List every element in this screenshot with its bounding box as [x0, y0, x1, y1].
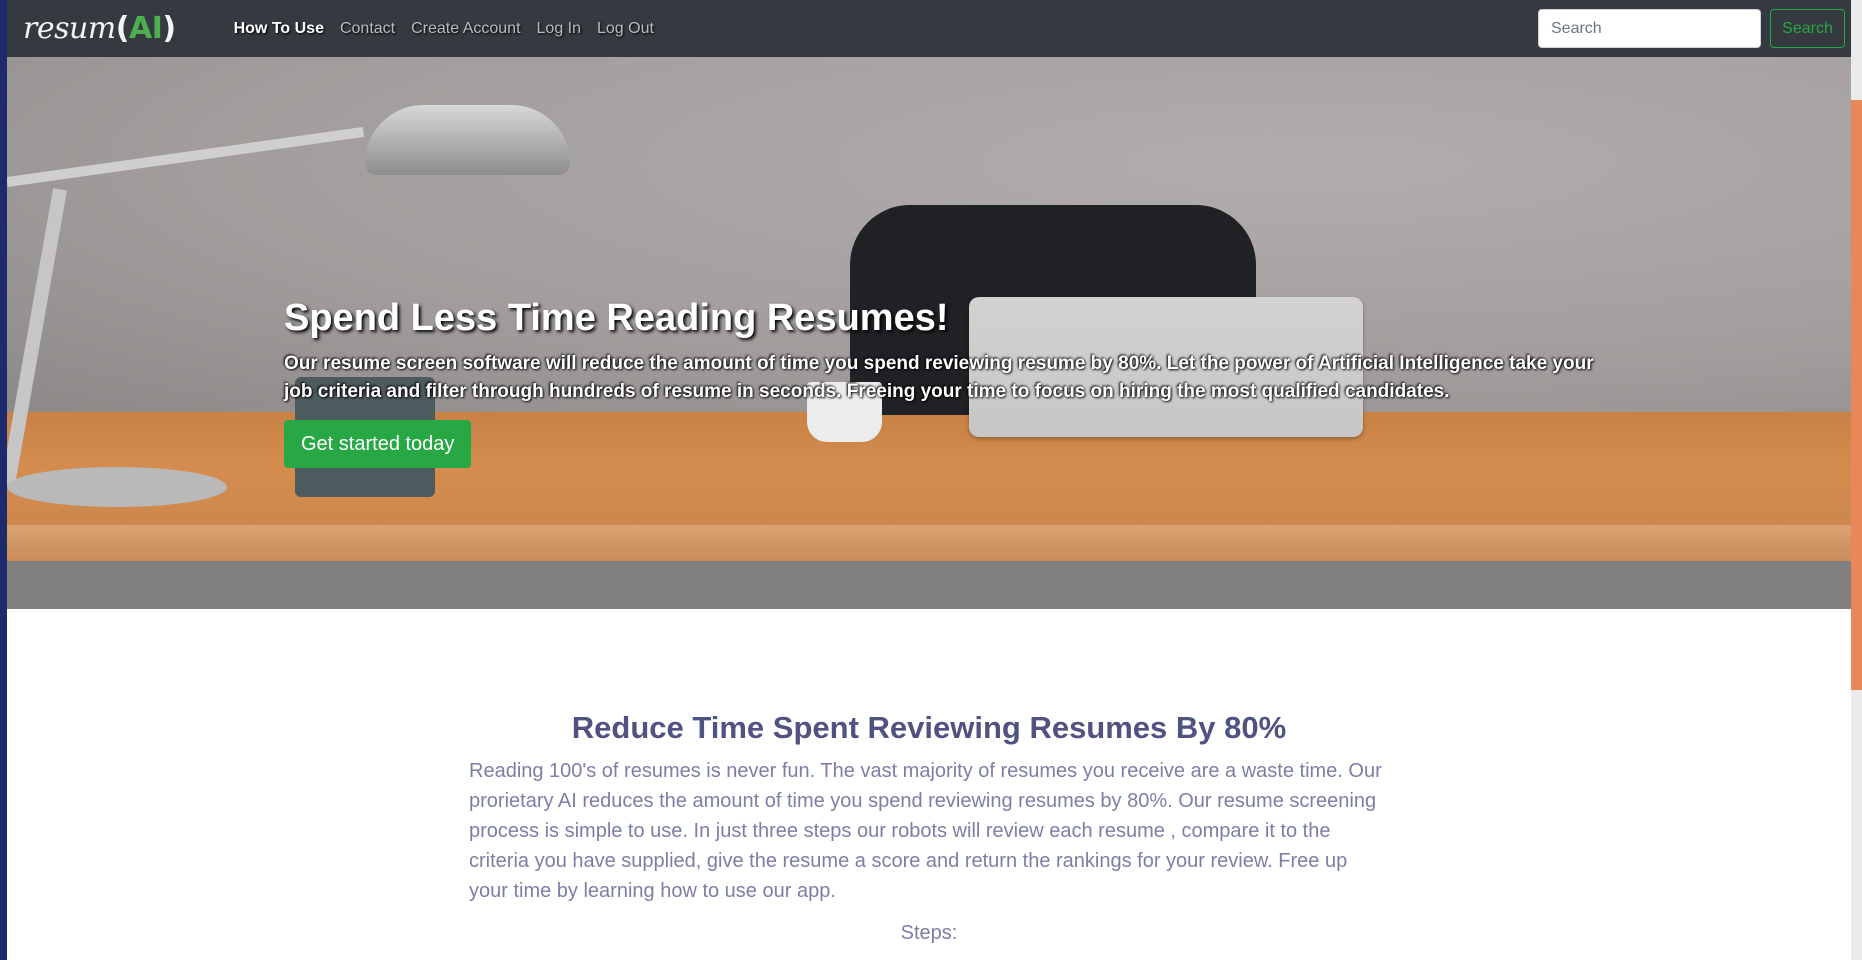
nav-link-how-to-use[interactable]: How To Use	[234, 20, 324, 38]
get-started-button[interactable]: Get started today	[284, 420, 472, 468]
steps-label: Steps:	[900, 922, 958, 944]
main-content: Reduce Time Spent Reviewing Resumes By 8…	[469, 710, 1389, 945]
search-form: Search	[1538, 9, 1845, 48]
hero-lamp-base-image	[7, 467, 227, 507]
hero-content: Spend Less Time Reading Resumes! Our res…	[284, 297, 1604, 468]
hero-banner: Spend Less Time Reading Resumes! Our res…	[7, 57, 1851, 561]
search-input[interactable]	[1538, 9, 1761, 48]
search-button[interactable]: Search	[1770, 9, 1845, 48]
brand-paren-close: )	[162, 11, 176, 46]
section-divider-band	[7, 561, 1851, 609]
hero-subtitle: Our resume screen software will reduce t…	[284, 353, 1594, 402]
scrollbar-thumb[interactable]	[1851, 100, 1862, 690]
top-navbar: resum(AI) How To Use Contact Create Acco…	[7, 0, 1851, 57]
section-title: Reduce Time Spent Reviewing Resumes By 8…	[571, 710, 1287, 745]
nav-link-log-out[interactable]: Log Out	[597, 20, 654, 38]
nav-link-create-account[interactable]: Create Account	[411, 20, 520, 38]
section-paragraph: Reading 100's of resumes is never fun. T…	[469, 760, 1382, 902]
nav-link-contact[interactable]: Contact	[340, 20, 395, 38]
brand-paren-open: (	[115, 11, 130, 46]
hero-background-desk-edge	[7, 525, 1851, 561]
hero-lamp-head-image	[365, 105, 570, 175]
nav-links: How To Use Contact Create Account Log In…	[234, 20, 654, 38]
nav-link-log-in[interactable]: Log In	[537, 20, 581, 38]
brand-text: resum	[23, 11, 116, 46]
hero-title: Spend Less Time Reading Resumes!	[284, 297, 949, 339]
brand-logo[interactable]: resum(AI)	[23, 11, 176, 46]
left-edge-bar	[0, 0, 7, 960]
brand-ai: AI	[128, 11, 163, 46]
